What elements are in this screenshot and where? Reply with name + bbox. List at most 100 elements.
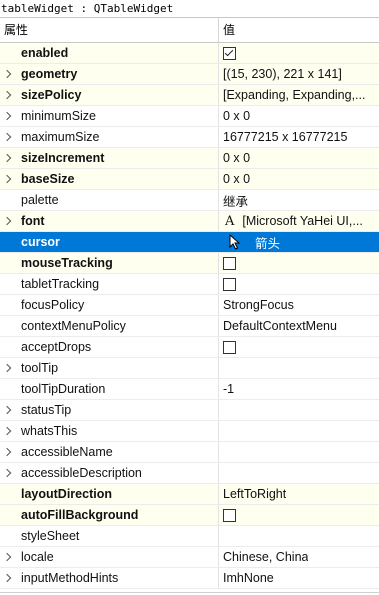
property-row-tabletTracking[interactable]: tabletTracking (0, 274, 379, 295)
property-value-cell[interactable]: ImhNone (219, 568, 379, 588)
property-row-inputMethodHints[interactable]: inputMethodHints ImhNone (0, 568, 379, 589)
property-name: locale (21, 550, 54, 564)
property-name: cursor (21, 235, 60, 249)
property-name: layoutDirection (21, 487, 112, 501)
checkbox[interactable] (223, 508, 236, 522)
property-name-cell: statusTip (0, 400, 219, 420)
property-row-baseSize[interactable]: baseSize 0 x 0 (0, 169, 379, 190)
property-row-accessibleDescription[interactable]: accessibleDescription (0, 463, 379, 484)
property-value-cell[interactable] (219, 253, 379, 273)
value-column-header[interactable]: 值 (219, 18, 379, 42)
property-value-cell[interactable]: DefaultContextMenu (219, 316, 379, 336)
property-row-cursor[interactable]: cursor 箭头 (0, 232, 379, 253)
property-row-sizePolicy[interactable]: sizePolicy [Expanding, Expanding,... (0, 85, 379, 106)
chevron-right-icon[interactable] (0, 468, 17, 478)
property-row-autoFillBackground[interactable]: autoFillBackground (0, 505, 379, 526)
property-row-styleSheet[interactable]: styleSheet (0, 526, 379, 547)
chevron-right-icon[interactable] (0, 363, 17, 373)
property-row-maximumSize[interactable]: maximumSize 16777215 x 16777215 (0, 127, 379, 148)
property-row-geometry[interactable]: geometry [(15, 230), 221 x 141] (0, 64, 379, 85)
chevron-right-icon[interactable] (0, 90, 17, 100)
property-value-cell[interactable] (219, 358, 379, 378)
property-value-cell[interactable] (219, 400, 379, 420)
property-value-cell[interactable]: A [Microsoft YaHei UI,... (219, 211, 379, 231)
property-value-cell[interactable]: [Expanding, Expanding,... (219, 85, 379, 105)
property-row-toolTip[interactable]: toolTip (0, 358, 379, 379)
property-value-cell[interactable]: [(15, 230), 221 x 141] (219, 64, 379, 84)
chevron-right-icon[interactable] (0, 174, 17, 184)
chevron-right-icon[interactable] (0, 447, 17, 457)
property-name-cell: font (0, 211, 219, 231)
property-value: [(15, 230), 221 x 141] (223, 67, 342, 81)
property-value-cell[interactable] (219, 442, 379, 462)
property-value: Chinese, China (223, 550, 309, 564)
property-row-accessibleName[interactable]: accessibleName (0, 442, 379, 463)
property-value-cell[interactable] (219, 505, 379, 525)
property-value: 继承 (223, 194, 249, 209)
chevron-right-icon[interactable] (0, 153, 17, 163)
property-value-cell[interactable] (219, 43, 379, 63)
checkbox[interactable] (223, 256, 236, 270)
property-list: enabled geometry [(15, 230), 221 x 141] siz… (0, 43, 379, 589)
property-value-cell[interactable] (219, 463, 379, 483)
checkbox[interactable] (223, 46, 236, 60)
property-row-contextMenuPolicy[interactable]: contextMenuPolicy DefaultContextMenu (0, 316, 379, 337)
property-value-cell[interactable]: -1 (219, 379, 379, 399)
property-value-cell[interactable]: 0 x 0 (219, 106, 379, 126)
property-value-cell[interactable]: 箭头 (219, 232, 379, 252)
property-row-layoutDirection[interactable]: layoutDirection LeftToRight (0, 484, 379, 505)
chevron-right-icon[interactable] (0, 111, 17, 121)
property-value-cell[interactable] (219, 526, 379, 546)
property-name: toolTip (21, 361, 59, 375)
property-row-locale[interactable]: locale Chinese, China (0, 547, 379, 568)
property-name-cell: tabletTracking (0, 274, 219, 294)
property-name: sizeIncrement (21, 151, 105, 165)
chevron-right-icon[interactable] (0, 132, 17, 142)
property-column-header[interactable]: 属性 (0, 18, 219, 42)
property-value-cell[interactable]: Chinese, China (219, 547, 379, 567)
chevron-right-icon[interactable] (0, 573, 17, 583)
property-value-cell[interactable] (219, 421, 379, 441)
property-value: -1 (223, 382, 235, 396)
chevron-right-icon[interactable] (0, 405, 17, 415)
property-name-cell: layoutDirection (0, 484, 219, 504)
property-row-mouseTracking[interactable]: mouseTracking (0, 253, 379, 274)
property-value-cell[interactable]: 16777215 x 16777215 (219, 127, 379, 147)
chevron-right-icon[interactable] (0, 426, 17, 436)
property-value-cell[interactable]: StrongFocus (219, 295, 379, 315)
property-name-cell: sizePolicy (0, 85, 219, 105)
property-row-focusPolicy[interactable]: focusPolicy StrongFocus (0, 295, 379, 316)
property-row-acceptDrops[interactable]: acceptDrops (0, 337, 379, 358)
property-row-sizeIncrement[interactable]: sizeIncrement 0 x 0 (0, 148, 379, 169)
chevron-right-icon[interactable] (0, 69, 17, 79)
property-row-palette[interactable]: palette 继承 (0, 190, 379, 211)
property-name-cell: toolTipDuration (0, 379, 219, 399)
property-value-cell[interactable] (219, 337, 379, 357)
property-value-cell[interactable]: 0 x 0 (219, 148, 379, 168)
checkbox[interactable] (223, 340, 236, 354)
property-row-whatsThis[interactable]: whatsThis (0, 421, 379, 442)
property-name-cell: whatsThis (0, 421, 219, 441)
property-value-cell[interactable]: 继承 (219, 190, 379, 210)
property-value-cell[interactable] (219, 274, 379, 294)
property-row-enabled[interactable]: enabled (0, 43, 379, 64)
property-row-statusTip[interactable]: statusTip (0, 400, 379, 421)
property-name: focusPolicy (21, 298, 85, 312)
property-value: 箭头 (255, 236, 281, 251)
property-name-cell: geometry (0, 64, 219, 84)
property-name: enabled (21, 46, 69, 60)
property-value-cell[interactable]: LeftToRight (219, 484, 379, 504)
property-name-cell: locale (0, 547, 219, 567)
chevron-right-icon[interactable] (0, 552, 17, 562)
property-editor: tableWidget : QTableWidget 属性 值 enabled g… (0, 0, 379, 595)
property-name-cell: autoFillBackground (0, 505, 219, 525)
property-name: baseSize (21, 172, 75, 186)
property-row-toolTipDuration[interactable]: toolTipDuration -1 (0, 379, 379, 400)
property-value-cell[interactable]: 0 x 0 (219, 169, 379, 189)
property-row-minimumSize[interactable]: minimumSize 0 x 0 (0, 106, 379, 127)
property-name: inputMethodHints (21, 571, 119, 585)
property-name-cell: toolTip (0, 358, 219, 378)
property-row-font[interactable]: font A [Microsoft YaHei UI,... (0, 211, 379, 232)
checkbox[interactable] (223, 277, 236, 291)
chevron-right-icon[interactable] (0, 216, 17, 226)
